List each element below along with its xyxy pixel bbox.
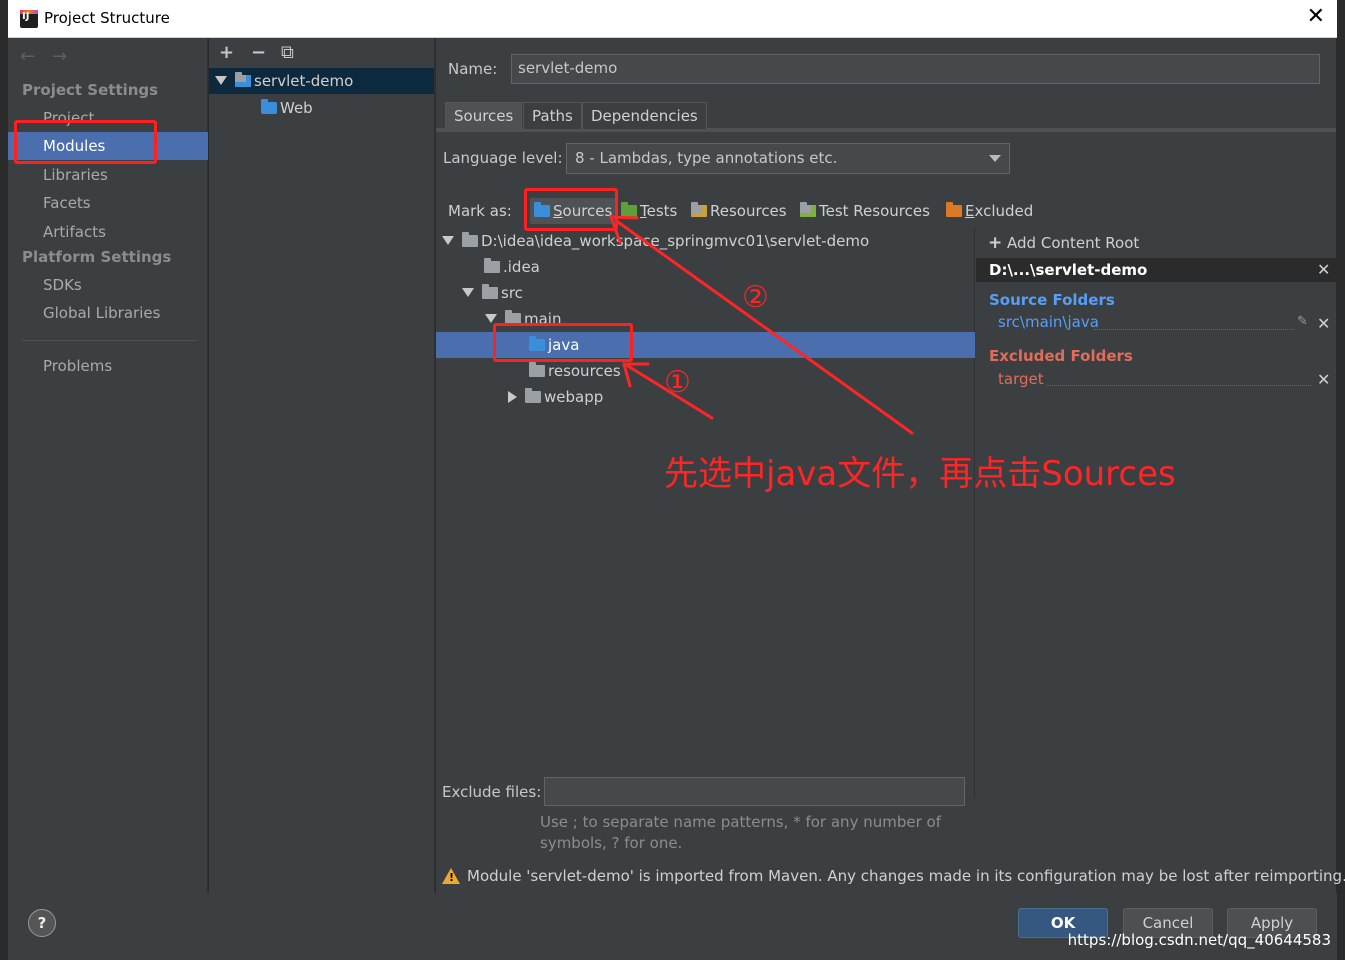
expand-arrow-icon[interactable] (462, 288, 474, 297)
tree-item-content-root[interactable]: D:\idea\idea_workspace_springmvc01\servl… (436, 228, 975, 254)
language-level-label: Language level: (443, 149, 563, 167)
exclude-files-hint-line2: symbols, ? for one. (540, 834, 683, 852)
folder-icon (525, 388, 541, 403)
settings-sidebar: ← → Project Settings Project Modules Lib… (8, 38, 208, 893)
project-settings-header: Project Settings (22, 81, 159, 99)
tests-folder-icon (621, 202, 637, 217)
content-roots-pane: + Add Content Root D:\...\servlet-demo ✕… (976, 228, 1336, 858)
sidebar-item-libraries[interactable]: Libraries (8, 161, 208, 189)
annotation-step-2: ② (742, 280, 769, 315)
resources-folder-icon (691, 202, 707, 217)
content-root-header: D:\...\servlet-demo (976, 258, 1336, 282)
module-name-input[interactable]: servlet-demo (511, 54, 1320, 84)
dotted-leader (1094, 329, 1294, 330)
add-icon[interactable]: + (219, 42, 234, 63)
background-strip-right (1337, 38, 1345, 960)
exclude-files-input[interactable] (544, 777, 965, 806)
remove-icon[interactable]: − (251, 42, 266, 63)
annotation-instruction: 先选中java文件，再点击Sources (664, 454, 1176, 494)
folder-icon (529, 362, 545, 377)
name-label: Name: (448, 60, 498, 78)
background-strip-left (0, 38, 8, 960)
excluded-folder-icon (946, 202, 962, 217)
language-level-select[interactable]: 8 - Lambdas, type annotations etc. (566, 143, 1010, 174)
close-window-button[interactable]: ✕ (1307, 5, 1325, 29)
copy-icon[interactable]: ⧉ (281, 42, 294, 63)
folder-icon (462, 232, 478, 247)
excluded-folders-title: Excluded Folders (989, 347, 1133, 365)
source-folder-path: src\main\java (998, 313, 1099, 331)
tab-paths[interactable]: Paths (523, 102, 582, 129)
remove-root-icon[interactable]: ✕ (1317, 260, 1330, 279)
annotation-box-java (493, 323, 633, 362)
watermark-url: https://blog.csdn.net/qq_40644583 (1067, 931, 1331, 949)
edit-pencil-icon[interactable]: ✎ (1297, 314, 1308, 329)
tree-item-idea[interactable]: .idea (436, 254, 975, 280)
tree-item-src[interactable]: src (436, 280, 975, 306)
expand-arrow-icon[interactable] (485, 314, 497, 323)
window-title: Project Structure (44, 9, 170, 27)
sidebar-divider (22, 340, 197, 341)
module-folder-icon (235, 72, 251, 87)
sidebar-item-problems[interactable]: Problems (8, 352, 208, 380)
dialog-button-bar: ? OK Cancel Apply https://blog.csdn.net/… (8, 893, 1337, 960)
sidebar-item-sdks[interactable]: SDKs (8, 271, 208, 299)
expand-arrow-icon[interactable] (442, 236, 454, 245)
mark-test-resources-button[interactable]: Test Resources (800, 198, 930, 224)
tab-dependencies[interactable]: Dependencies (582, 102, 707, 129)
sidebar-item-facets[interactable]: Facets (8, 189, 208, 217)
sidebar-item-artifacts[interactable]: Artifacts (8, 218, 208, 246)
module-tree-pane: + − ⧉ servlet-demo Web (209, 38, 435, 893)
mark-as-label: Mark as: (448, 202, 512, 220)
annotation-box-sources (524, 188, 618, 231)
folder-icon (482, 284, 498, 299)
forward-arrow-icon[interactable]: → (52, 46, 67, 67)
title-bar: Project Structure ✕ (8, 0, 1337, 38)
exclude-files-label: Exclude files: (442, 783, 542, 801)
mark-tests-button[interactable]: Tests (621, 198, 677, 224)
plus-icon: + (988, 233, 1003, 253)
help-button[interactable]: ? (28, 909, 56, 937)
source-folders-title: Source Folders (989, 291, 1115, 309)
tab-sources[interactable]: Sources (445, 102, 523, 129)
remove-source-folder-icon[interactable]: ✕ (1317, 314, 1330, 333)
annotation-box-modules (14, 120, 157, 164)
test-resources-folder-icon (800, 202, 816, 217)
exclude-files-hint-line1: Use ; to separate name patterns, * for a… (540, 813, 941, 831)
platform-settings-header: Platform Settings (22, 248, 172, 266)
sidebar-item-global-libraries[interactable]: Global Libraries (8, 299, 208, 327)
back-arrow-icon[interactable]: ← (20, 46, 35, 67)
warning-icon (442, 868, 460, 884)
dotted-leader (1046, 385, 1311, 386)
tree-item-web[interactable]: Web (209, 95, 434, 121)
tree-item-webapp[interactable]: webapp (436, 384, 975, 410)
add-content-root-button[interactable]: + Add Content Root (988, 233, 1139, 253)
intellij-icon (20, 10, 38, 28)
maven-warning-text: Module 'servlet-demo' is imported from M… (467, 867, 1345, 885)
excluded-folder-path: target (998, 370, 1044, 388)
expand-arrow-icon[interactable] (215, 76, 227, 85)
remove-excluded-folder-icon[interactable]: ✕ (1317, 370, 1330, 389)
content-root-tree: D:\idea\idea_workspace_springmvc01\servl… (436, 228, 975, 798)
mark-resources-button[interactable]: Resources (691, 198, 787, 224)
mark-excluded-button[interactable]: Excluded (946, 198, 1033, 224)
folder-icon (484, 258, 500, 273)
tree-item-servlet-demo[interactable]: servlet-demo (209, 68, 434, 94)
annotation-step-1: ① (664, 365, 691, 400)
web-facet-icon (261, 99, 277, 114)
expand-arrow-icon[interactable] (508, 391, 517, 403)
chevron-down-icon (989, 155, 1001, 162)
